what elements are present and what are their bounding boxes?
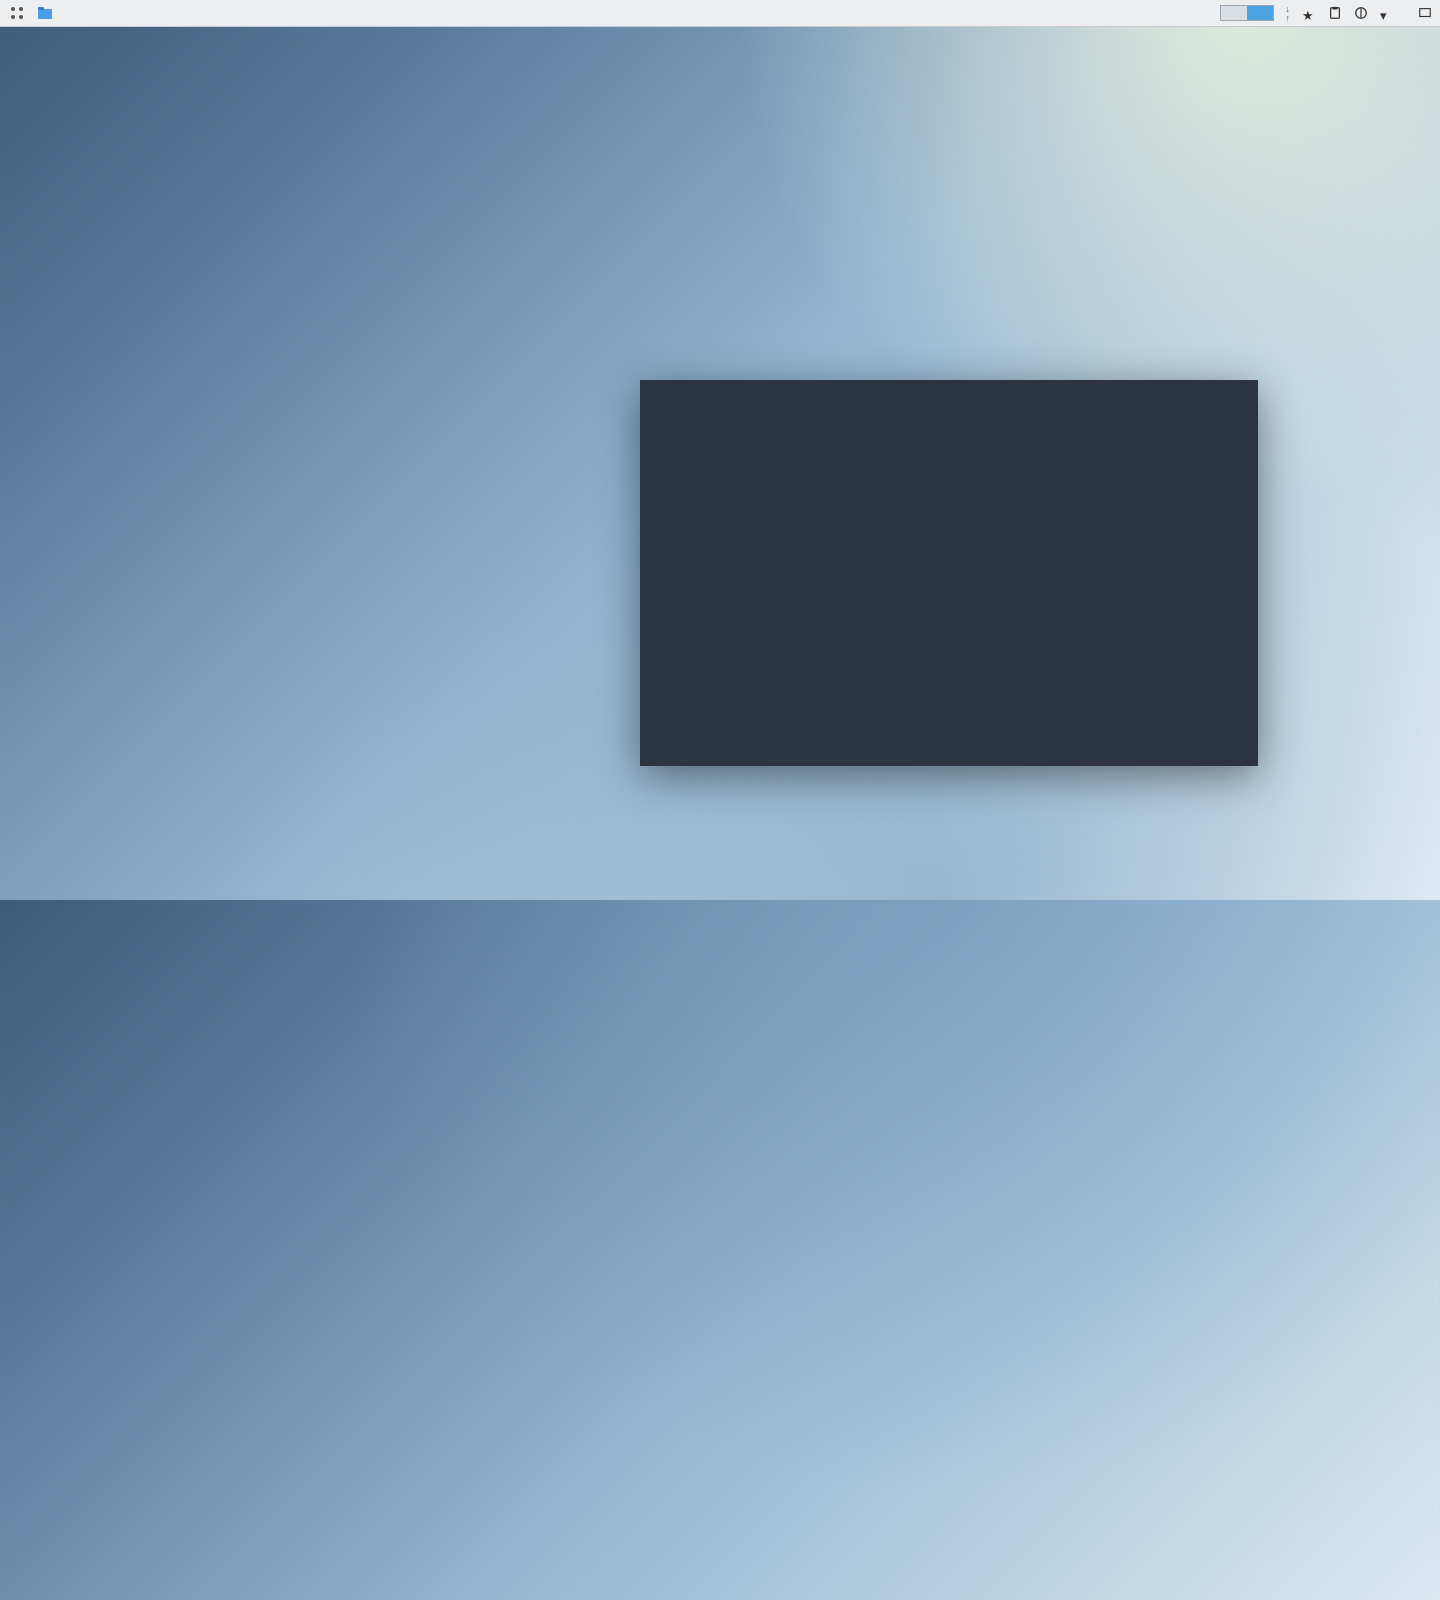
pager-desk-1[interactable] [1221,6,1247,20]
top-panel: ↓ ↑ ★ ▾ [0,0,1440,27]
dolphin-app-icon[interactable] [36,4,54,22]
terminal-window[interactable] [640,380,1258,766]
bookmark-tray-icon[interactable]: ★ [1302,6,1316,20]
app-launcher-icon[interactable] [8,4,26,22]
neofetch-ascii-logo [648,386,828,421]
virtual-desktop-pager[interactable] [1220,5,1274,21]
tray-expand-icon[interactable]: ▾ [1380,6,1394,20]
volume-tray-icon[interactable] [1354,6,1368,20]
system-tray: ↓ ↑ ★ ▾ [1220,4,1433,23]
clipboard-tray-icon[interactable] [1328,6,1342,20]
pager-desk-2[interactable] [1247,6,1273,20]
show-desktop-icon[interactable] [1418,6,1432,20]
network-speed-widget: ↓ ↑ [1286,4,1291,23]
